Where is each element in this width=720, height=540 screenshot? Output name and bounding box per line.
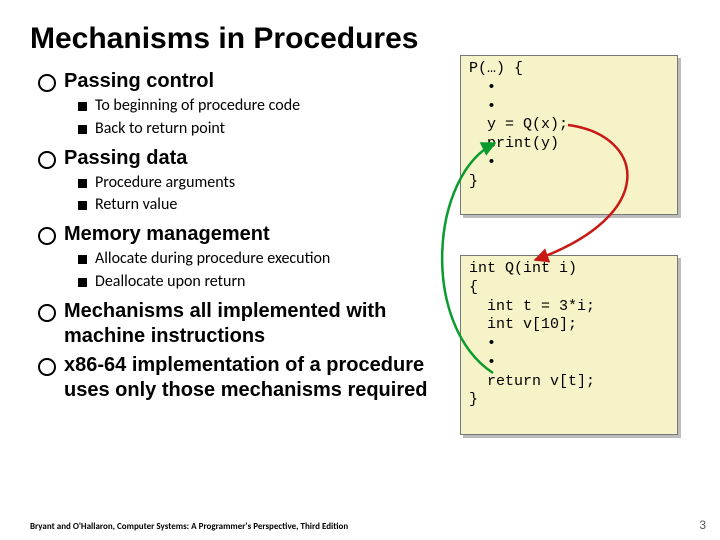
square-icon	[78, 278, 87, 287]
sub-list: To beginning of procedure code Back to r…	[78, 96, 468, 140]
bullet-label: Passing control	[64, 69, 214, 94]
bullet-label: Passing data	[64, 146, 187, 171]
sub-item: Deallocate upon return	[78, 272, 468, 293]
sub-item: Back to return point	[78, 119, 468, 140]
hollow-circle-icon	[38, 227, 56, 245]
slide-number: 3	[699, 518, 706, 532]
sub-label: Procedure arguments	[95, 173, 235, 194]
sub-item: Return value	[78, 195, 468, 216]
bullet-label: Mechanisms all implemented with machine …	[64, 299, 468, 349]
sub-label: Allocate during procedure execution	[95, 249, 330, 270]
bullet-label: x86-64 implementation of a procedure use…	[64, 353, 468, 403]
hollow-circle-icon	[38, 74, 56, 92]
bullet-label: Memory management	[64, 222, 270, 247]
hollow-circle-icon	[38, 358, 56, 376]
bullet-item: Passing data	[38, 146, 468, 171]
bullet-item: Passing control	[38, 69, 468, 94]
sub-label: Back to return point	[95, 119, 225, 140]
sub-label: Deallocate upon return	[95, 272, 245, 293]
square-icon	[78, 102, 87, 111]
square-icon	[78, 179, 87, 188]
footer-citation: Bryant and O'Hallaron, Computer Systems:…	[30, 521, 348, 532]
sub-list: Allocate during procedure execution Deal…	[78, 249, 468, 293]
sub-label: To beginning of procedure code	[95, 96, 300, 117]
bullet-item: x86-64 implementation of a procedure use…	[38, 353, 468, 403]
bullet-list: Passing control To beginning of procedur…	[38, 65, 468, 403]
bullet-item: Mechanisms all implemented with machine …	[38, 299, 468, 349]
code-box-p: P(…) { • • y = Q(x); print(y) • }	[460, 55, 678, 215]
sub-item: Allocate during procedure execution	[78, 249, 468, 270]
square-icon	[78, 255, 87, 264]
square-icon	[78, 125, 87, 134]
square-icon	[78, 201, 87, 210]
code-box-q: int Q(int i) { int t = 3*i; int v[10]; •…	[460, 255, 678, 435]
sub-label: Return value	[95, 195, 177, 216]
sub-item: To beginning of procedure code	[78, 96, 468, 117]
bullet-item: Memory management	[38, 222, 468, 247]
hollow-circle-icon	[38, 304, 56, 322]
sub-item: Procedure arguments	[78, 173, 468, 194]
hollow-circle-icon	[38, 151, 56, 169]
slide-title: Mechanisms in Procedures	[30, 22, 418, 56]
sub-list: Procedure arguments Return value	[78, 173, 468, 217]
